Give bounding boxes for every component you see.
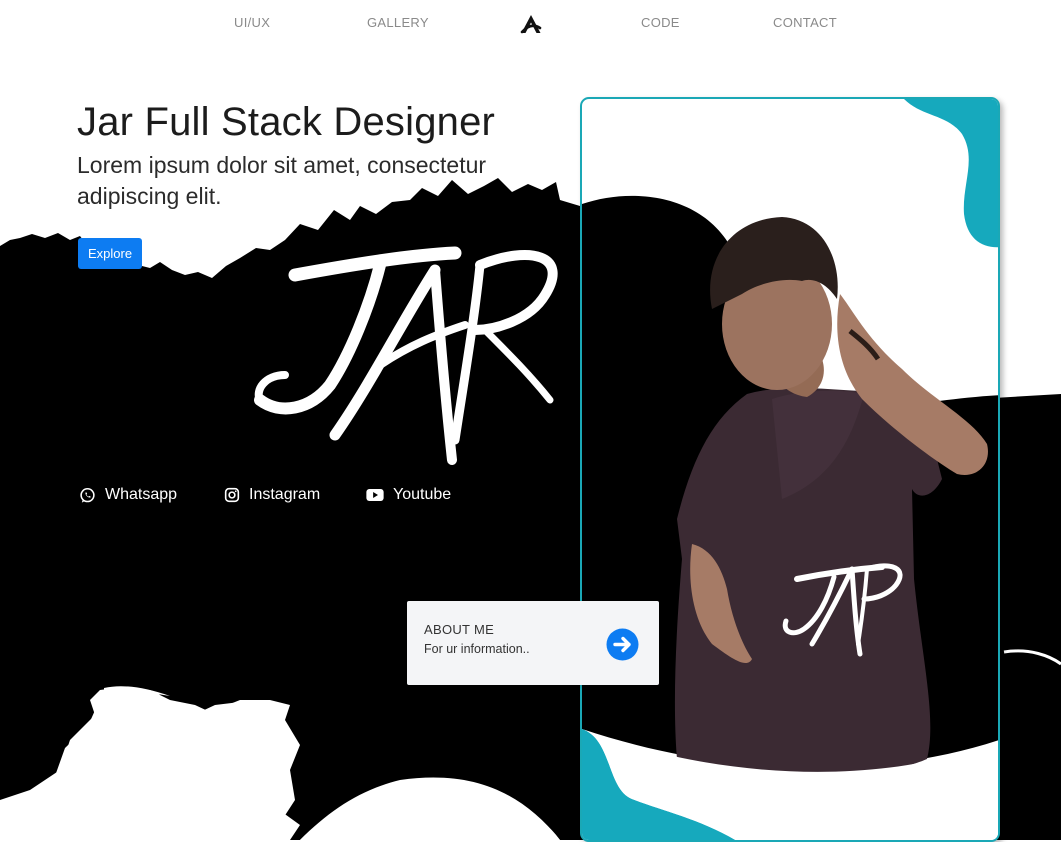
nav-item-code[interactable]: CODE (641, 15, 680, 30)
whatsapp-label: Whatsapp (105, 486, 178, 503)
hero-subtitle: Lorem ipsum dolor sit amet, consectetur … (77, 152, 487, 209)
jar-brush-signature-logo (254, 246, 558, 465)
portrait-card (580, 97, 1000, 842)
youtube-label: Youtube (393, 486, 452, 503)
instagram-link[interactable]: Instagram (224, 486, 320, 504)
whatsapp-link[interactable]: Whatsapp (79, 486, 177, 504)
nav-item-uiux[interactable]: UI/UX (234, 15, 270, 30)
about-title: ABOUT ME (424, 622, 495, 637)
youtube-icon (366, 489, 384, 501)
nav-item-gallery[interactable]: GALLERY (367, 15, 429, 30)
portrait-illustration (582, 99, 998, 840)
instagram-icon (224, 487, 240, 503)
top-navigation: UI/UX GALLERY CODE CONTACT (0, 0, 1061, 46)
youtube-link[interactable]: Youtube (366, 486, 451, 504)
triangle-a-logo-icon[interactable] (519, 13, 543, 37)
explore-button[interactable]: Explore (78, 238, 143, 269)
instagram-label: Instagram (249, 486, 321, 503)
arrow-right-circle-icon[interactable] (606, 628, 639, 661)
about-description: For ur information.. (424, 642, 530, 656)
whatsapp-icon (80, 487, 95, 503)
nav-item-contact[interactable]: CONTACT (773, 15, 837, 30)
about-me-card[interactable]: ABOUT ME For ur information.. (407, 601, 659, 685)
hero-title: Jar Full Stack Designer (77, 100, 496, 144)
